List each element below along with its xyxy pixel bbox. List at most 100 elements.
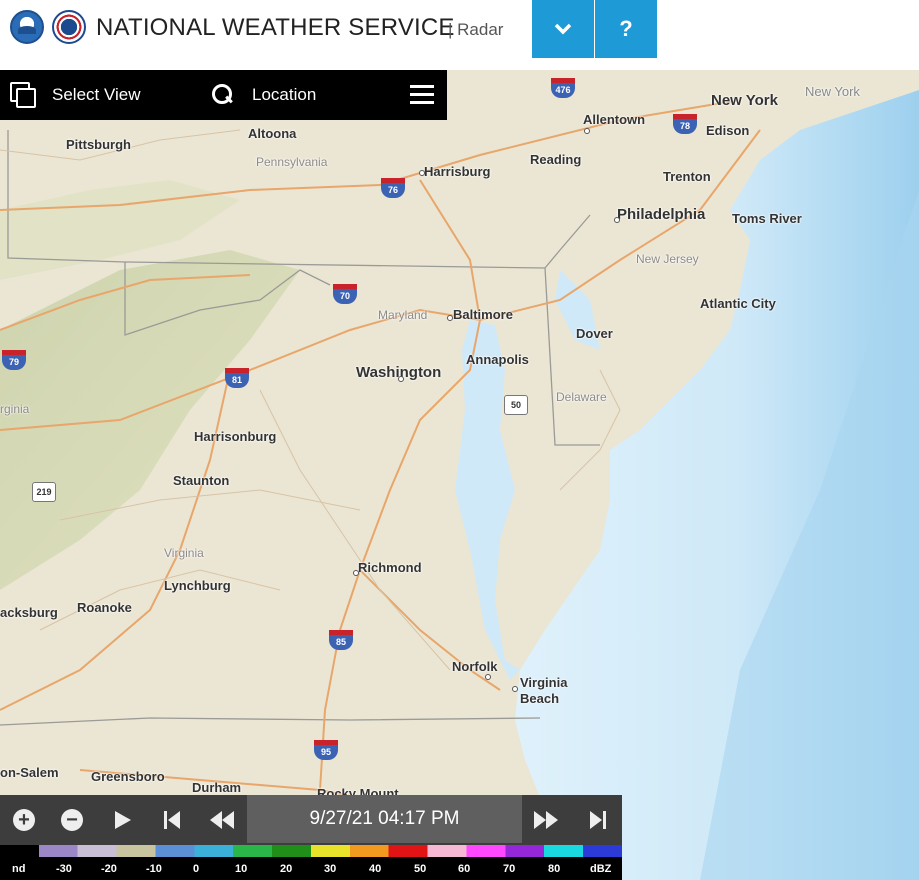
place-new-jersey: New Jersey xyxy=(636,252,699,266)
place-altoona: Altoona xyxy=(248,126,297,141)
legend-tick-label: -30 xyxy=(56,863,72,875)
place-west-virginia: rginia xyxy=(0,402,30,416)
search-icon xyxy=(210,82,236,108)
place-toms-river: Toms River xyxy=(732,211,802,226)
city-dot xyxy=(353,570,359,576)
city-dot xyxy=(398,376,404,382)
location-label: Location xyxy=(252,85,317,104)
rewind-icon xyxy=(210,811,234,829)
legend-tick-label: 60 xyxy=(458,863,471,875)
place-roanoke: Roanoke xyxy=(77,600,132,615)
place-delaware: Delaware xyxy=(556,390,607,404)
interstate-shield: 78 xyxy=(673,114,697,134)
place-reading: Reading xyxy=(530,152,582,167)
plus-icon: + xyxy=(13,809,35,831)
place-blacksburg: acksburg xyxy=(0,605,58,620)
us-route-shield: 50 xyxy=(504,395,528,415)
legend-tick-label: nd xyxy=(12,863,26,875)
place-virginia-beach-2: Beach xyxy=(520,691,560,706)
select-view-label: Select View xyxy=(52,85,141,104)
place-richmond: Richmond xyxy=(358,560,422,575)
place-annapolis: Annapolis xyxy=(466,352,529,367)
city-dot xyxy=(447,315,453,321)
interstate-shield: 76 xyxy=(381,178,405,198)
place-durham: Durham xyxy=(192,780,242,795)
place-norfolk: Norfolk xyxy=(452,659,498,674)
step-back-button[interactable] xyxy=(198,795,246,845)
place-new-york: New York xyxy=(711,92,778,109)
us-route-shield: 219 xyxy=(32,482,56,502)
legend-tick-label: 80 xyxy=(548,863,561,875)
basemap xyxy=(0,70,919,880)
playback-bar: + − 9/27/21 04:17 PM xyxy=(0,795,622,845)
place-trenton: Trenton xyxy=(663,169,711,184)
legend-tick-label: -10 xyxy=(146,863,162,875)
select-view-button[interactable]: Select View xyxy=(10,70,141,120)
place-lynchburg: Lynchburg xyxy=(164,578,231,593)
legend-tick-label: 10 xyxy=(235,863,248,875)
place-harrisonburg: Harrisonburg xyxy=(194,429,277,444)
site-subtitle: | Radar xyxy=(448,20,504,39)
city-dot xyxy=(584,128,590,134)
skip-back-icon xyxy=(164,811,180,829)
place-greensboro: Greensboro xyxy=(91,769,165,784)
menu-button[interactable] xyxy=(410,70,434,120)
zoom-in-button[interactable]: + xyxy=(0,795,48,845)
site-title: NATIONAL WEATHER SERVICE xyxy=(96,14,455,41)
fast-forward-icon xyxy=(534,811,558,829)
frame-timestamp: 9/27/21 04:17 PM xyxy=(247,795,522,843)
zoom-out-button[interactable]: − xyxy=(48,795,96,845)
legend-tick-label: 0 xyxy=(193,863,200,875)
city-dot xyxy=(512,686,518,692)
place-pennsylvania: Pennsylvania xyxy=(256,155,328,169)
radar-map[interactable]: New York New York Allentown Edison Pitts… xyxy=(0,70,919,880)
place-maryland: Maryland xyxy=(378,308,428,322)
interstate-shield: 81 xyxy=(225,368,249,388)
place-pittsburgh: Pittsburgh xyxy=(66,137,131,152)
chevron-down-icon xyxy=(554,23,572,35)
interstate-shield: 95 xyxy=(314,740,338,760)
city-dot xyxy=(419,170,425,176)
first-frame-button[interactable] xyxy=(148,795,196,845)
city-dot xyxy=(614,217,620,223)
legend-tick-label: 30 xyxy=(324,863,337,875)
help-button[interactable]: ? xyxy=(595,0,657,58)
views-icon xyxy=(10,82,36,108)
interstate-shield: 476 xyxy=(551,78,575,98)
hamburger-icon xyxy=(410,85,434,105)
interstate-shield: 70 xyxy=(333,284,357,304)
legend-tick-label: 40 xyxy=(369,863,382,875)
legend-tick-label: -20 xyxy=(101,863,117,875)
place-atlantic-city: Atlantic City xyxy=(700,296,776,311)
play-icon xyxy=(115,811,131,829)
legend-color-bar xyxy=(0,845,622,857)
place-virginia: Virginia xyxy=(164,546,204,560)
place-edison: Edison xyxy=(706,123,750,138)
interstate-shield: 85 xyxy=(329,630,353,650)
last-frame-button[interactable] xyxy=(574,795,622,845)
header-menu-button[interactable] xyxy=(532,0,594,58)
skip-forward-icon xyxy=(590,811,606,829)
map-toolbar: Select View Location xyxy=(0,70,447,120)
noaa-logo xyxy=(10,10,44,44)
place-harrisburg: Harrisburg xyxy=(424,164,491,179)
place-allentown: Allentown xyxy=(583,112,646,127)
place-philadelphia: Philadelphia xyxy=(617,206,706,223)
location-button[interactable]: Location xyxy=(210,70,316,120)
city-dot xyxy=(485,674,491,680)
play-button[interactable] xyxy=(98,795,146,845)
legend-tick-label: dBZ xyxy=(590,863,612,875)
legend-tick-label: 50 xyxy=(414,863,427,875)
place-winston-salem: on-Salem xyxy=(0,765,59,780)
minus-icon: − xyxy=(61,809,83,831)
step-forward-button[interactable] xyxy=(522,795,570,845)
interstate-shield: 79 xyxy=(2,350,26,370)
place-baltimore: Baltimore xyxy=(453,307,513,322)
place-staunton: Staunton xyxy=(173,473,230,488)
place-dover: Dover xyxy=(576,326,613,341)
nws-logo xyxy=(52,10,86,44)
legend-tick-label: 70 xyxy=(503,863,516,875)
place-virginia-beach-1: Virginia xyxy=(520,675,568,690)
legend-tick-label: 20 xyxy=(280,863,293,875)
place-new-york-state: New York xyxy=(805,84,860,99)
